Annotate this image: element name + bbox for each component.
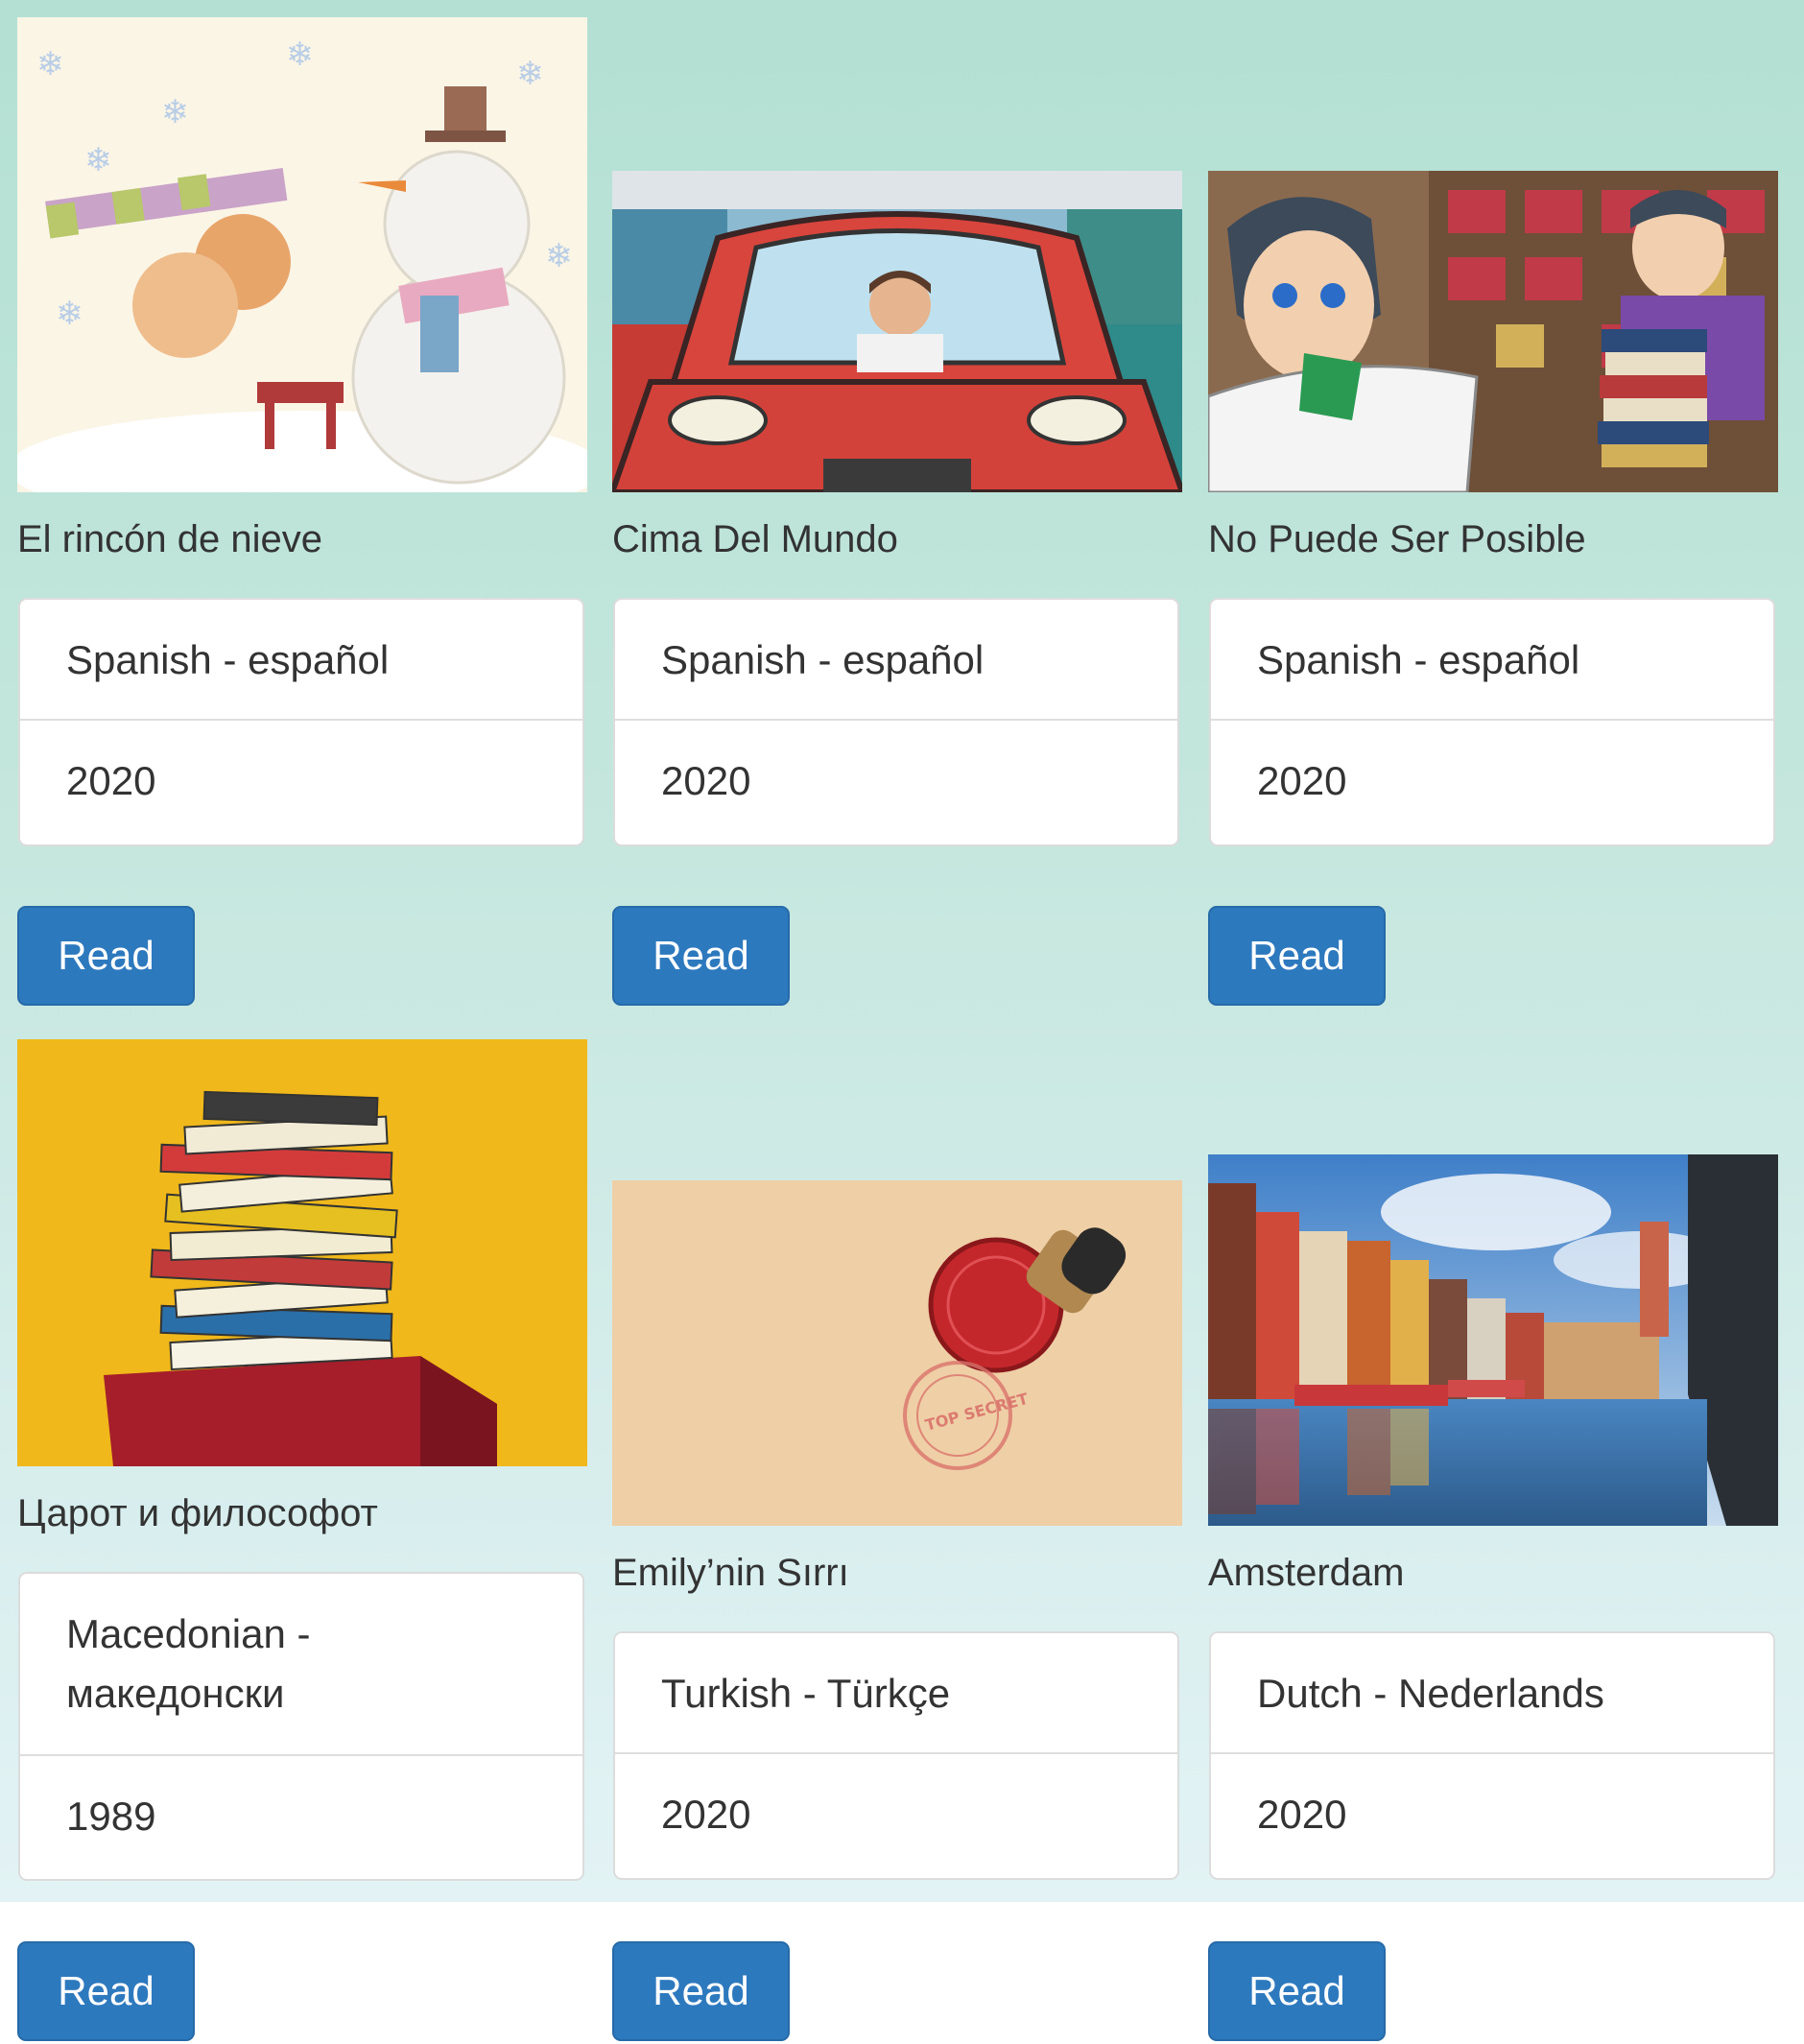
book-language: Macedonian - македонски	[20, 1574, 582, 1756]
book-title[interactable]: Cima Del Mundo	[612, 516, 898, 562]
read-button[interactable]: Read	[612, 906, 790, 1006]
book-info-list: Macedonian - македонски 1989	[18, 1572, 584, 1881]
book-language: Spanish - español	[615, 600, 1177, 721]
book-title[interactable]: Amsterdam	[1208, 1550, 1405, 1596]
book-language: Dutch - Nederlands	[1211, 1633, 1773, 1754]
book-title[interactable]: Царот и философот	[17, 1490, 378, 1536]
svg-text:❄: ❄	[286, 36, 314, 74]
svg-text:❄: ❄	[36, 45, 64, 83]
book-cover-stacked-books[interactable]	[17, 1039, 587, 1466]
book-cover-amsterdam-canal[interactable]	[1208, 1154, 1778, 1526]
book-title[interactable]: No Puede Ser Posible	[1208, 516, 1586, 562]
book-info-list: Spanish - español 2020	[18, 598, 584, 846]
book-year: 2020	[661, 758, 751, 803]
svg-text:❄: ❄	[545, 237, 573, 275]
book-info-list: Turkish - Türkçe 2020	[613, 1631, 1179, 1880]
svg-text:❄: ❄	[161, 93, 189, 131]
book-card-emilynin-sirri: TOP SECRET Emily’nin Sırrı Turkish - Tür…	[612, 1039, 1182, 2041]
read-button[interactable]: Read	[1208, 906, 1386, 1006]
book-cover-library[interactable]	[1208, 171, 1778, 492]
svg-text:❄: ❄	[516, 55, 544, 93]
book-cover-snowman[interactable]: ❄❄❄ ❄❄❄ ❄❄	[17, 17, 587, 492]
book-year: 2020	[661, 1792, 751, 1837]
svg-text:❄: ❄	[84, 141, 112, 179]
book-year: 1989	[66, 1794, 156, 1839]
book-language: Spanish - español	[1211, 600, 1773, 721]
read-button[interactable]: Read	[612, 1941, 790, 2041]
read-button[interactable]: Read	[17, 1941, 195, 2041]
book-card-no-puede-ser-posible: No Puede Ser Posible Spanish - español 2…	[1208, 17, 1778, 1006]
read-button[interactable]: Read	[1208, 1941, 1386, 2041]
book-title[interactable]: El rincón de nieve	[17, 516, 322, 562]
book-title[interactable]: Emily’nin Sırrı	[612, 1550, 849, 1596]
book-language: Spanish - español	[20, 600, 582, 721]
svg-text:❄: ❄	[56, 295, 83, 333]
book-cover-top-secret-stamp[interactable]: TOP SECRET	[612, 1180, 1182, 1526]
read-button[interactable]: Read	[17, 906, 195, 1006]
book-card-amsterdam: Amsterdam Dutch - Nederlands 2020 Read	[1208, 1039, 1778, 2041]
book-info-list: Spanish - español 2020	[1209, 598, 1775, 846]
book-year: 2020	[1257, 1792, 1347, 1837]
book-cover-red-car[interactable]	[612, 171, 1182, 492]
book-card-cima-del-mundo: Cima Del Mundo Spanish - español 2020 Re…	[612, 17, 1182, 1006]
book-language: Turkish - Türkçe	[615, 1633, 1177, 1754]
book-year: 2020	[66, 758, 156, 803]
book-card-tsarot-i-filozofot: Царот и философот Macedonian - македонск…	[17, 1039, 587, 2041]
book-year: 2020	[1257, 758, 1347, 803]
book-info-list: Dutch - Nederlands 2020	[1209, 1631, 1775, 1880]
book-info-list: Spanish - español 2020	[613, 598, 1179, 846]
book-card-el-rincon-de-nieve: ❄❄❄ ❄❄❄ ❄❄ El rincón de nieve Spanish - …	[17, 17, 587, 1006]
